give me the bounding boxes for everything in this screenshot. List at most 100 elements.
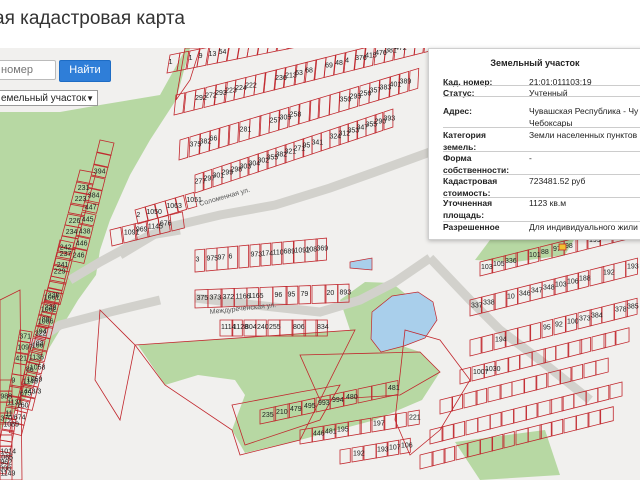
- parcel-number: 341: [312, 140, 324, 147]
- parcel[interactable]: [501, 408, 514, 427]
- parcel[interactable]: [499, 381, 513, 400]
- selected-parcel-marker[interactable]: [558, 243, 567, 251]
- parcel[interactable]: [451, 393, 463, 412]
- parcel-number: 100: [567, 319, 579, 326]
- parcel[interactable]: [529, 321, 541, 342]
- parcel[interactable]: [587, 409, 602, 428]
- parcel[interactable]: [513, 405, 527, 424]
- parcel-number: 674: [14, 414, 26, 421]
- parcel-number: 675: [20, 390, 32, 397]
- parcel-number: 106: [567, 279, 579, 286]
- parcel[interactable]: [551, 418, 564, 437]
- parcel-number: 107: [389, 444, 401, 451]
- parcel[interactable]: [238, 244, 250, 269]
- parcel-info-panel: Земельный участок Кад. номер: 21:01:01110…: [428, 48, 640, 240]
- parcel-number: 370: [405, 48, 417, 49]
- parcel[interactable]: [443, 445, 455, 464]
- parcel-number: 1: [189, 55, 193, 62]
- parcel[interactable]: [563, 415, 577, 434]
- info-row-value: 723481.52 руб: [529, 176, 586, 186]
- parcel-number: 106: [401, 442, 413, 449]
- parcel[interactable]: [481, 333, 494, 354]
- info-row-label: Разрешенное: [443, 222, 500, 232]
- object-type-select[interactable]: емельный участок ▼: [0, 90, 98, 106]
- parcel[interactable]: [597, 384, 610, 403]
- parcel[interactable]: [595, 357, 609, 376]
- parcel[interactable]: [609, 381, 623, 400]
- parcel[interactable]: [311, 284, 327, 304]
- parcel[interactable]: [615, 327, 630, 346]
- parcel[interactable]: [429, 426, 444, 445]
- parcel[interactable]: [178, 136, 190, 161]
- parcel[interactable]: [535, 372, 548, 391]
- parcel-number: 246: [73, 252, 85, 259]
- parcel[interactable]: [173, 92, 186, 116]
- parcel[interactable]: [228, 121, 240, 146]
- parcel-number: 226: [69, 218, 81, 225]
- parcel-number: 63: [295, 70, 303, 77]
- parcel-number: 371: [19, 333, 31, 340]
- search-button[interactable]: Найти: [59, 60, 111, 82]
- parcel[interactable]: [613, 260, 626, 281]
- parcel[interactable]: [453, 420, 466, 439]
- parcel-number: 348: [543, 285, 555, 292]
- parcel[interactable]: [583, 360, 597, 379]
- parcel[interactable]: [511, 378, 526, 397]
- parcel[interactable]: [571, 363, 584, 382]
- info-separator: [443, 96, 640, 97]
- parcel-number: 281: [240, 127, 252, 134]
- parcel[interactable]: [339, 447, 351, 465]
- parcel[interactable]: [475, 387, 488, 406]
- parcel-number: 101: [529, 252, 541, 259]
- parcel[interactable]: [561, 393, 575, 412]
- parcel[interactable]: [599, 406, 614, 425]
- parcel[interactable]: [465, 417, 479, 436]
- parcel-number: 480: [346, 394, 358, 401]
- parcel[interactable]: [477, 414, 491, 433]
- parcel-number: 806: [293, 324, 305, 331]
- parcel-number: 240: [257, 324, 269, 331]
- parcel-number: 192: [603, 270, 615, 277]
- parcel[interactable]: [575, 412, 590, 431]
- parcel-number: 166: [32, 342, 44, 349]
- parcel[interactable]: [431, 448, 446, 467]
- parcel[interactable]: [441, 423, 454, 442]
- info-row-value: -: [529, 153, 532, 163]
- parcel-number: 375: [197, 295, 209, 302]
- parcel[interactable]: [523, 375, 538, 394]
- parcel[interactable]: [383, 413, 397, 431]
- parcel-number: 103: [481, 264, 493, 271]
- info-row-value: Земли населенных пунктов: [529, 130, 638, 140]
- parcel[interactable]: [94, 309, 136, 422]
- parcel[interactable]: [218, 124, 230, 149]
- parcel-number: 1050: [146, 209, 162, 216]
- parcel[interactable]: [463, 390, 478, 409]
- parcel-number: 92: [555, 322, 563, 329]
- parcel[interactable]: [256, 48, 270, 56]
- parcel-number: 96: [275, 292, 283, 299]
- parcel[interactable]: [363, 443, 377, 461]
- parcel[interactable]: [493, 290, 508, 311]
- info-row-label: Категория: [443, 130, 486, 140]
- parcel[interactable]: [246, 48, 261, 58]
- parcel[interactable]: [601, 303, 615, 324]
- parcel[interactable]: [469, 336, 482, 357]
- parcel[interactable]: [507, 354, 520, 373]
- parcel-number: 20: [327, 290, 335, 297]
- parcel[interactable]: [555, 342, 570, 361]
- parcel-number: 447: [85, 204, 97, 211]
- info-row-label: Кадастровая: [443, 176, 498, 186]
- parcel[interactable]: [109, 226, 124, 247]
- parcel[interactable]: [419, 451, 434, 470]
- info-row-value: 1123 кв.м: [529, 198, 567, 208]
- info-separator: [443, 127, 640, 128]
- parcel[interactable]: [525, 402, 538, 421]
- parcel-number: 336: [505, 258, 517, 265]
- info-row-label: Уточненная: [443, 198, 493, 208]
- parcel-number: 421: [15, 355, 27, 362]
- parcel-number: 3: [196, 256, 200, 263]
- parcel[interactable]: [279, 319, 294, 337]
- parcel[interactable]: [487, 384, 502, 403]
- cadastral-number-search-input[interactable]: [0, 60, 56, 80]
- parcel[interactable]: [489, 411, 502, 430]
